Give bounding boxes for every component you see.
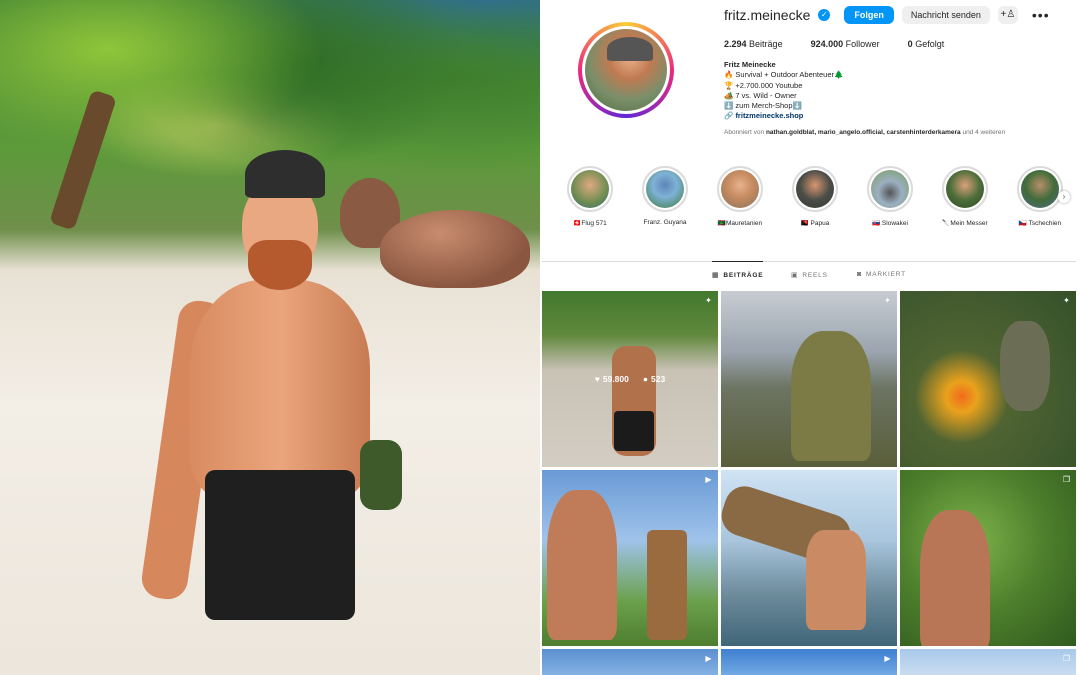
pin-icon: ✦	[705, 296, 712, 305]
post-hover-overlay: ♥ 59.800 ● 523	[542, 291, 718, 467]
post-thumbnail[interactable]: ▶	[721, 649, 897, 675]
story-highlights: 🇨🇭Flug 571 Franz. Guyana 🇲🇷Mauretanien 🇵…	[560, 166, 1080, 236]
username: fritz.meinecke	[724, 7, 811, 23]
profile-avatar[interactable]	[578, 22, 674, 118]
link-icon: 🔗	[724, 111, 734, 121]
send-message-button[interactable]: Nachricht senden	[901, 6, 990, 24]
bio-name: Fritz Meinecke	[724, 60, 776, 69]
bio-line: 🔥 Survival + Outdoor Abenteuer🌲	[724, 70, 844, 80]
highlight-item[interactable]: 🇲🇷Mauretanien	[710, 166, 770, 227]
post-thumbnail[interactable]: ❐	[900, 649, 1076, 675]
highlight-item[interactable]: 🇸🇰 Slowakei	[860, 166, 920, 227]
profile-header: fritz.meinecke ✓ Folgen Nachricht senden…	[724, 6, 1050, 24]
heart-icon: ♥	[594, 374, 600, 384]
tab-posts[interactable]: ▦ BEITRÄGE	[712, 261, 764, 279]
post-thumbnail[interactable]: ✦	[721, 291, 897, 467]
tab-tagged[interactable]: ◙ MARKIERT	[857, 271, 906, 278]
comment-icon: ●	[642, 374, 648, 384]
followers-stat[interactable]: 924.000 Follower	[811, 39, 880, 49]
post-thumbnail[interactable]: ♥ 59.800 ● 523 ✦	[542, 291, 718, 467]
featured-photo	[0, 0, 540, 675]
follow-button[interactable]: Folgen	[844, 6, 894, 24]
reel-icon: ▶	[884, 654, 891, 663]
profile-bio: Fritz Meinecke 🔥 Survival + Outdoor Aben…	[724, 60, 1064, 122]
grid-icon: ▦	[712, 272, 720, 279]
reels-icon: ▣	[791, 272, 799, 279]
profile-panel: fritz.meinecke ✓ Folgen Nachricht senden…	[540, 0, 1080, 675]
highlight-item[interactable]: 🇵🇬 Papua	[785, 166, 845, 227]
chevron-right-icon[interactable]: ›	[1058, 191, 1070, 203]
post-thumbnail[interactable]: ▶	[542, 649, 718, 675]
reel-icon: ▶	[705, 654, 712, 663]
pin-icon: ✦	[1063, 296, 1070, 305]
post-thumbnail[interactable]	[721, 470, 897, 646]
bio-link[interactable]: 🔗 fritzmeinecke.shop	[724, 111, 1064, 121]
bio-line: ⬇️ zum Merch-Shop⬇️	[724, 101, 802, 111]
highlight-item[interactable]: 🇨🇭Flug 571	[560, 166, 620, 227]
multi-image-icon: ❐	[1062, 654, 1071, 663]
highlight-item[interactable]: 🔪Mein Messer	[935, 166, 995, 227]
tab-reels[interactable]: ▣ REELS	[791, 271, 828, 280]
bio-line: 🏆 +2.700.000 Youtube	[724, 80, 803, 90]
post-thumbnail[interactable]: ❐	[900, 470, 1076, 646]
pin-icon: ✦	[884, 296, 891, 305]
more-options-icon[interactable]: •••	[1032, 7, 1050, 23]
tagged-icon: ◙	[857, 271, 863, 278]
post-thumbnail[interactable]: ▶	[542, 470, 718, 646]
add-user-icon[interactable]: +♙	[997, 6, 1018, 24]
profile-tabs: ▦ BEITRÄGE ▣ REELS ◙ MARKIERT	[540, 261, 1080, 290]
highlight-item[interactable]: Franz. Guyana	[635, 166, 695, 226]
followed-by[interactable]: Abonniert von nathan.goldblat, mario_ang…	[724, 129, 1064, 136]
reel-icon: ▶	[705, 475, 712, 484]
verified-badge-icon: ✓	[818, 9, 831, 21]
profile-stats: 2.294 Beiträge 924.000 Follower 0 Gefolg…	[724, 39, 944, 49]
following-stat[interactable]: 0 Gefolgt	[908, 39, 945, 49]
posts-stat: 2.294 Beiträge	[724, 39, 783, 49]
bio-line: 🏕️ 7 vs. Wild - Owner	[724, 90, 797, 100]
post-thumbnail[interactable]: ✦	[900, 291, 1076, 467]
multi-image-icon: ❐	[1062, 475, 1071, 484]
